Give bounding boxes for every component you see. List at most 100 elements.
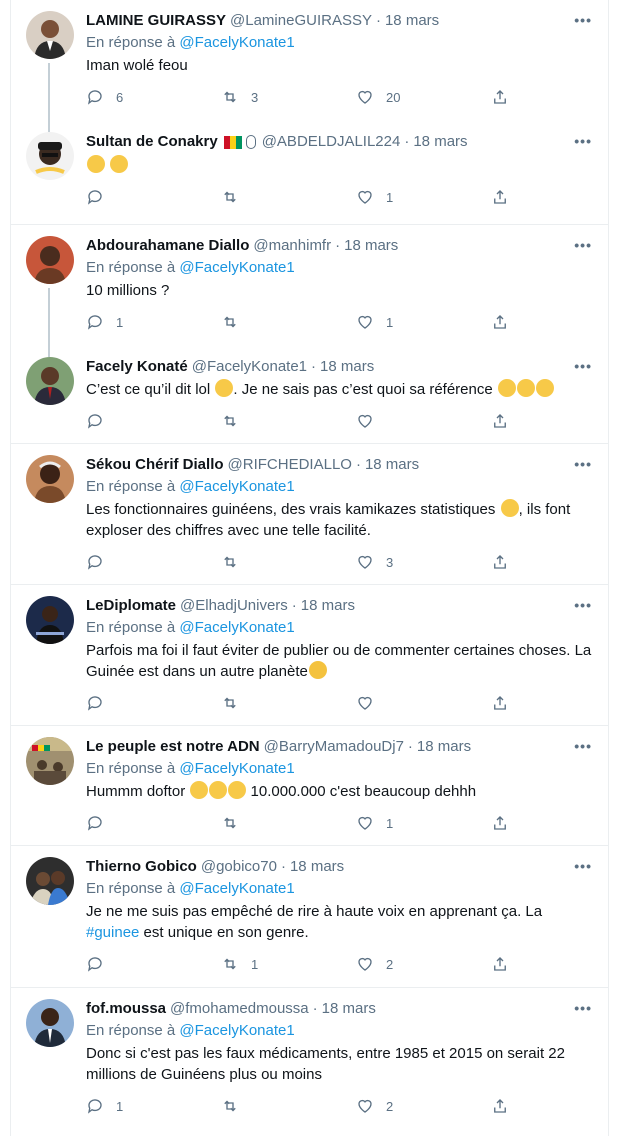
like-button[interactable]: 2 <box>356 955 436 973</box>
user-handle[interactable]: @gobico70 <box>201 857 277 877</box>
reply-button[interactable] <box>86 814 166 832</box>
tweet-date[interactable]: 18 mars <box>417 737 471 757</box>
hashtag-link[interactable]: #guinee <box>86 924 139 941</box>
tweet[interactable]: LAMINE GUIRASSY @LamineGUIRASSY · 18 mar… <box>11 0 608 132</box>
share-button[interactable] <box>491 188 511 206</box>
retweet-button[interactable] <box>221 694 301 712</box>
avatar[interactable] <box>26 11 74 59</box>
more-icon[interactable]: ••• <box>574 237 592 253</box>
like-button[interactable]: 1 <box>356 814 436 832</box>
display-name[interactable]: Le peuple est notre ADN <box>86 737 260 757</box>
share-button[interactable] <box>491 694 511 712</box>
tweet[interactable]: Thierno Gobico @gobico70 · 18 mars En ré… <box>11 846 608 988</box>
retweet-button[interactable] <box>221 1097 301 1115</box>
like-button[interactable] <box>356 412 436 430</box>
mention-link[interactable]: @FacelyKonate1 <box>179 1022 294 1039</box>
reply-button[interactable] <box>86 694 166 712</box>
share-button[interactable] <box>491 955 511 973</box>
avatar[interactable] <box>26 236 74 284</box>
mention-link[interactable]: @FacelyKonate1 <box>179 619 294 636</box>
tweet-date[interactable]: 18 mars <box>385 11 439 31</box>
tweet[interactable]: Abdourahamane Diallo @manhimfr · 18 mars… <box>11 225 608 357</box>
display-name[interactable]: Facely Konaté <box>86 357 188 377</box>
avatar[interactable] <box>26 596 74 644</box>
reply-button[interactable] <box>86 553 166 571</box>
tweet-date[interactable]: 18 mars <box>413 132 467 152</box>
like-button[interactable]: 20 <box>356 88 436 106</box>
share-button[interactable] <box>491 814 511 832</box>
avatar[interactable] <box>26 455 74 503</box>
more-icon[interactable]: ••• <box>574 1000 592 1016</box>
more-icon[interactable]: ••• <box>574 738 592 754</box>
more-icon[interactable]: ••• <box>574 133 592 149</box>
like-button[interactable]: 1 <box>356 313 436 331</box>
tweet-date[interactable]: 18 mars <box>320 357 374 377</box>
avatar[interactable] <box>26 999 74 1047</box>
share-button[interactable] <box>491 553 511 571</box>
user-handle[interactable]: @BarryMamadouDj7 <box>264 737 404 757</box>
retweet-button[interactable]: 1 <box>221 955 301 973</box>
avatar[interactable] <box>26 132 74 180</box>
user-handle[interactable]: @ElhadjUnivers <box>180 596 288 616</box>
display-name[interactable]: LeDiplomate <box>86 596 176 616</box>
user-handle[interactable]: @FacelyKonate1 <box>192 357 307 377</box>
display-name[interactable]: Abdourahamane Diallo <box>86 236 249 256</box>
retweet-button[interactable] <box>221 412 301 430</box>
like-button[interactable]: 3 <box>356 553 436 571</box>
reply-button[interactable]: 1 <box>86 1097 166 1115</box>
more-icon[interactable]: ••• <box>574 456 592 472</box>
retweet-button[interactable] <box>221 188 301 206</box>
display-name[interactable]: LAMINE GUIRASSY <box>86 11 226 31</box>
tweet-date[interactable]: 18 mars <box>290 857 344 877</box>
more-icon[interactable]: ••• <box>574 858 592 874</box>
user-handle[interactable]: @fmohamedmoussa <box>170 999 309 1019</box>
share-button[interactable] <box>491 1097 511 1115</box>
user-handle[interactable]: @ABDELDJALIL224 <box>262 132 401 152</box>
display-name[interactable]: fof.moussa <box>86 999 166 1019</box>
display-name[interactable]: Sékou Chérif Diallo <box>86 455 224 475</box>
retweet-button[interactable] <box>221 814 301 832</box>
reply-button[interactable] <box>86 955 166 973</box>
avatar[interactable] <box>26 737 74 785</box>
like-button[interactable]: 1 <box>356 188 436 206</box>
tweet[interactable]: Sékou Chérif Diallo @RIFCHEDIALLO · 18 m… <box>11 444 608 585</box>
mention-link[interactable]: @FacelyKonate1 <box>179 880 294 897</box>
share-icon <box>494 1099 506 1113</box>
more-icon[interactable]: ••• <box>574 597 592 613</box>
retweet-button[interactable]: 3 <box>221 88 301 106</box>
tweet[interactable]: Le peuple est notre ADN @BarryMamadouDj7… <box>11 726 608 846</box>
reply-button[interactable]: 1 <box>86 313 166 331</box>
display-name[interactable]: Thierno Gobico <box>86 857 197 877</box>
like-icon <box>358 957 372 971</box>
more-icon[interactable]: ••• <box>574 12 592 28</box>
mention-link[interactable]: @FacelyKonate1 <box>179 478 294 495</box>
reply-button[interactable]: 6 <box>86 88 166 106</box>
share-button[interactable] <box>491 88 511 106</box>
reply-button[interactable] <box>86 412 166 430</box>
share-button[interactable] <box>491 412 511 430</box>
retweet-button[interactable] <box>221 313 301 331</box>
user-handle[interactable]: @manhimfr <box>253 236 331 256</box>
user-handle[interactable]: @RIFCHEDIALLO <box>228 455 352 475</box>
reply-button[interactable] <box>86 188 166 206</box>
avatar[interactable] <box>26 857 74 905</box>
tweet[interactable]: fof.moussa @fmohamedmoussa · 18 mars En … <box>11 988 608 1136</box>
share-button[interactable] <box>491 313 511 331</box>
avatar[interactable] <box>26 357 74 405</box>
tweet-date[interactable]: 18 mars <box>344 236 398 256</box>
like-button[interactable] <box>356 694 436 712</box>
mention-link[interactable]: @FacelyKonate1 <box>179 259 294 276</box>
retweet-button[interactable] <box>221 553 301 571</box>
tweet[interactable]: Sultan de Conakry @ABDELDJALIL224 · 18 m… <box>11 120 608 225</box>
tweet[interactable]: LeDiplomate @ElhadjUnivers · 18 mars En … <box>11 585 608 726</box>
user-handle[interactable]: @LamineGUIRASSY <box>230 11 372 31</box>
more-icon[interactable]: ••• <box>574 358 592 374</box>
tweet-date[interactable]: 18 mars <box>365 455 419 475</box>
display-name[interactable]: Sultan de Conakry <box>86 132 218 152</box>
tweet[interactable]: Facely Konaté @FacelyKonate1 · 18 mars C… <box>11 345 608 444</box>
mention-link[interactable]: @FacelyKonate1 <box>179 34 294 51</box>
tweet-date[interactable]: 18 mars <box>322 999 376 1019</box>
tweet-date[interactable]: 18 mars <box>301 596 355 616</box>
like-button[interactable]: 2 <box>356 1097 436 1115</box>
mention-link[interactable]: @FacelyKonate1 <box>179 760 294 777</box>
